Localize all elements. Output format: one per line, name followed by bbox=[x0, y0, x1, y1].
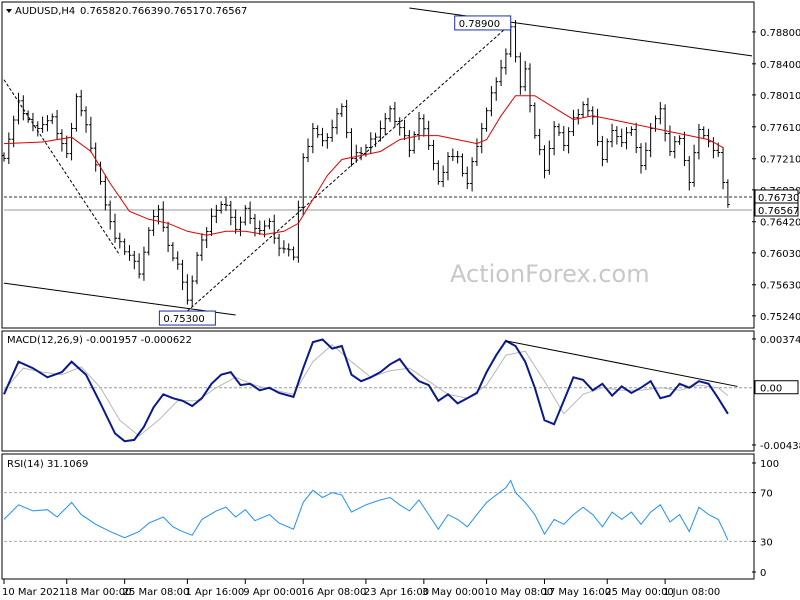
macd-title: MACD(12,26,9) -0.001957 -0.000622 bbox=[7, 335, 192, 346]
rsi-axis-label: 30 bbox=[760, 537, 773, 548]
chart-window: ActionForex.com 0.78800 0.78400 0.78010 0.7… bbox=[0, 0, 800, 600]
close-value: 0.76567 bbox=[206, 6, 247, 17]
macd-zero-label: 0.00 bbox=[760, 384, 782, 395]
time-axis-label: 9 Apr 00:00 bbox=[243, 587, 302, 598]
price-axis-label: 0.78400 bbox=[760, 60, 800, 71]
time-axis-label: 23 Apr 16:00 bbox=[364, 587, 429, 598]
price-axis-label: 0.78800 bbox=[760, 28, 800, 39]
time-axis-label: 3 May 00:00 bbox=[422, 587, 484, 598]
price-tag-current: 0.76567 bbox=[754, 202, 799, 217]
high-annotation-label: 0.78900 bbox=[459, 19, 500, 30]
price-axis-label: 0.76420 bbox=[760, 218, 800, 229]
low-value: 0.76517 bbox=[164, 6, 205, 17]
price-axis-label: 0.77210 bbox=[760, 155, 800, 166]
symbol-label: AUDUSD,H4 bbox=[15, 6, 75, 17]
high-value: 0.76639 bbox=[122, 6, 163, 17]
rsi-axis-label: 0 bbox=[760, 568, 766, 579]
time-axis-label: 10 Mar 2021 bbox=[2, 587, 65, 598]
price-axis-label: 0.76030 bbox=[760, 249, 800, 260]
rsi-title: RSI(14) 31.1069 bbox=[7, 459, 88, 470]
price-tag-level: 0.76730 bbox=[754, 189, 799, 204]
low-annotation-label: 0.75300 bbox=[163, 314, 204, 325]
watermark: ActionForex.com bbox=[450, 260, 650, 288]
macd-zero-tag: 0.00 bbox=[754, 380, 799, 395]
time-axis-label: 17 May 16:00 bbox=[542, 587, 611, 598]
low-annotation: 0.75300 bbox=[158, 310, 216, 326]
time-axis-label: 18 Mar 00:00 bbox=[65, 587, 132, 598]
time-axis-label: 1 Apr 16:00 bbox=[185, 587, 244, 598]
rsi-axis-label: 70 bbox=[760, 489, 773, 500]
macd-axis-label: -0.004389 bbox=[760, 441, 800, 452]
chart-canvas: ActionForex.com 0.78800 0.78400 0.78010 0.7… bbox=[1, 1, 800, 598]
high-annotation: 0.78900 bbox=[454, 15, 512, 31]
price-tag-current-label: 0.76567 bbox=[758, 206, 799, 217]
price-tag-level-label: 0.76730 bbox=[758, 193, 799, 204]
time-axis-label: 25 Mar 08:00 bbox=[123, 587, 190, 598]
price-axis-label: 0.78010 bbox=[760, 91, 800, 102]
time-axis-label: 16 Apr 08:00 bbox=[301, 587, 366, 598]
price-axis-label: 0.75240 bbox=[760, 312, 800, 323]
time-axis-label: 1 Jun 08:00 bbox=[663, 587, 720, 598]
rsi-axis-label: 100 bbox=[760, 459, 779, 470]
price-axis-label: 0.75630 bbox=[760, 281, 800, 292]
price-header: AUDUSD,H4 0.76582 0.76639 0.76517 0.7656… bbox=[6, 6, 247, 17]
price-axis-label: 0.77610 bbox=[760, 123, 800, 134]
open-value: 0.76582 bbox=[80, 6, 121, 17]
rsi-pane-frame bbox=[1, 453, 755, 580]
macd-axis-label: 0.003742 bbox=[760, 335, 800, 346]
